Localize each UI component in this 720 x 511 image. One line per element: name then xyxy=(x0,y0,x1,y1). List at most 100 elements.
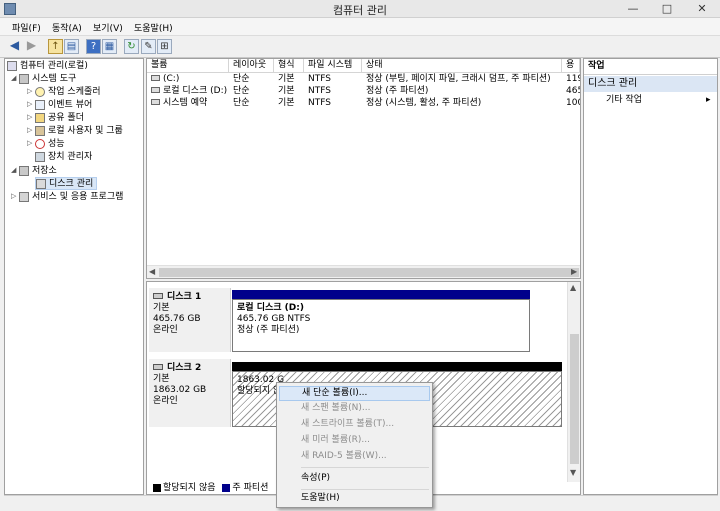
column-header-type[interactable]: 형식 xyxy=(274,59,304,73)
scroll-right-icon[interactable]: ▶ xyxy=(571,267,577,276)
volume-name: 로컬 디스크 (D:) xyxy=(163,86,228,96)
column-header-status[interactable]: 상태 xyxy=(362,59,562,73)
properties-icon[interactable]: ✎ xyxy=(141,39,156,54)
tree-shared-folders[interactable]: 공유 폴더 xyxy=(35,112,84,125)
actions-disk-management[interactable]: 디스크 관리 xyxy=(584,76,717,92)
computer-icon xyxy=(7,60,17,71)
menu-new-spanned-volume[interactable]: 새 스팬 볼륨(N)... xyxy=(279,401,430,416)
volume-layout: 단순 xyxy=(233,74,250,84)
menu-new-mirrored-volume[interactable]: 새 미러 볼륨(R)... xyxy=(279,433,430,448)
menu-separator xyxy=(301,489,429,490)
column-header-volume[interactable]: 볼륨 xyxy=(147,59,229,73)
performance-icon xyxy=(35,138,45,149)
scroll-down-icon[interactable]: ▼ xyxy=(570,468,576,477)
volume-capacity: 119 xyxy=(566,74,580,84)
storage-icon xyxy=(19,165,29,176)
column-header-layout[interactable]: 레이아웃 xyxy=(229,59,274,73)
legend-unallocated: 할당되지 않음 xyxy=(163,483,216,493)
tree-local-users[interactable]: 로컬 사용자 및 그룹 xyxy=(35,125,123,138)
primary-partition-strip xyxy=(232,290,530,299)
tree-disk-management[interactable]: 디스크 관리 xyxy=(35,177,98,190)
folder-up-icon[interactable]: ↑ xyxy=(48,39,63,54)
volume-type: 기본 xyxy=(278,74,295,84)
volume-d-box[interactable]: 로컬 디스크 (D:) 465.76 GB NTFS 정상 (주 파티션) xyxy=(232,299,530,352)
volume-filesystem: NTFS xyxy=(308,98,331,108)
column-header-filesystem[interactable]: 파일 시스템 xyxy=(304,59,362,73)
legend-swatch-primary xyxy=(222,483,231,492)
event-log-icon xyxy=(35,99,45,110)
volume-status: 정상 (시스템, 활성, 주 파티션) xyxy=(366,98,482,108)
tree-device-manager[interactable]: 장치 관리자 xyxy=(35,151,92,164)
export-icon[interactable]: ⊞ xyxy=(157,39,172,54)
disk-icon xyxy=(153,364,163,370)
close-button[interactable]: ✕ xyxy=(684,0,720,18)
drive-icon xyxy=(151,87,160,93)
menu-new-raid5-volume[interactable]: 새 RAID-5 볼륨(W)... xyxy=(279,449,430,464)
scroll-up-icon[interactable]: ▲ xyxy=(570,283,576,292)
tree-root[interactable]: 컴퓨터 관리(로컬) xyxy=(7,60,88,73)
console-tree-icon[interactable]: ▤ xyxy=(64,39,79,54)
collapse-arrow-icon[interactable]: ◢ xyxy=(11,166,19,174)
device-manager-icon xyxy=(35,151,45,162)
expand-arrow-icon[interactable]: ▷ xyxy=(27,87,35,95)
refresh-icon[interactable]: ↻ xyxy=(124,39,139,54)
scroll-left-icon[interactable]: ◀ xyxy=(149,267,155,276)
menu-help-item[interactable]: 도움말(H) xyxy=(279,491,430,506)
disk-1-label[interactable]: 디스크 1 기본 465.76 GB 온라인 xyxy=(149,288,231,352)
tools-icon xyxy=(19,73,29,84)
disk-2-state: 온라인 xyxy=(153,396,178,406)
volume-status: 정상 (부팅, 페이지 파일, 크래시 덤프, 주 파티션) xyxy=(366,74,551,84)
tree-performance[interactable]: 성능 xyxy=(35,138,65,151)
legend: 할당되지 않음 주 파티션 xyxy=(151,480,268,493)
minimize-button[interactable]: — xyxy=(616,0,650,18)
volume-name: (C:) xyxy=(163,74,180,84)
actions-more-link[interactable]: 기타 작업 ▸ xyxy=(584,93,717,109)
maximize-button[interactable]: □ xyxy=(650,0,684,18)
scrollbar-thumb[interactable] xyxy=(570,334,579,464)
clock-icon xyxy=(35,86,45,97)
expand-arrow-icon[interactable]: ▷ xyxy=(27,139,35,147)
shared-folder-icon xyxy=(35,112,45,123)
services-icon xyxy=(19,191,29,202)
tree-services[interactable]: 서비스 및 응용 프로그램 xyxy=(19,191,123,204)
back-arrow-icon[interactable]: ◀ xyxy=(7,39,22,54)
menu-new-simple-volume[interactable]: 새 단순 볼륨(I)... xyxy=(279,386,430,401)
scrollbar-thumb[interactable] xyxy=(159,268,579,277)
window-title: 컴퓨터 관리 xyxy=(332,4,388,17)
disk-2-label[interactable]: 디스크 2 기본 1863.02 GB 온라인 xyxy=(149,359,231,427)
volume-layout: 단순 xyxy=(233,86,250,96)
horizontal-scrollbar[interactable]: ◀ ▶ xyxy=(147,265,580,278)
menu-properties[interactable]: 속성(P) xyxy=(279,471,430,486)
collapse-arrow-icon[interactable]: ◢ xyxy=(11,74,19,82)
tree-task-scheduler[interactable]: 작업 스케줄러 xyxy=(35,86,101,99)
volume-capacity: 465 xyxy=(566,86,580,96)
menu-new-striped-volume[interactable]: 새 스트라이프 볼륨(T)... xyxy=(279,417,430,432)
column-header-capacity[interactable]: 용 xyxy=(562,59,580,73)
expand-arrow-icon[interactable]: ▷ xyxy=(11,192,19,200)
volume-filesystem: NTFS xyxy=(308,86,331,96)
expand-arrow-icon[interactable]: ▷ xyxy=(27,113,35,121)
volume-type: 기본 xyxy=(278,86,295,96)
view-icon[interactable]: ▦ xyxy=(102,39,117,54)
menu-help[interactable]: 도움말(H) xyxy=(134,21,173,34)
expand-arrow-icon[interactable]: ▷ xyxy=(27,126,35,134)
menu-file[interactable]: 파일(F) xyxy=(12,21,41,34)
forward-arrow-icon[interactable]: ▶ xyxy=(24,39,39,54)
legend-primary: 주 파티션 xyxy=(232,483,269,493)
actions-pane: 작업 디스크 관리 기타 작업 ▸ xyxy=(583,58,718,495)
disk-icon xyxy=(153,293,163,299)
tree-system-tools[interactable]: 시스템 도구 xyxy=(19,73,76,86)
volume-d-status: 정상 (주 파티션) xyxy=(237,325,300,335)
disk-1-type: 기본 xyxy=(153,303,170,313)
menu-bar: 파일(F) 동작(A) 보기(V) 도움말(H) xyxy=(0,18,720,36)
disk-management-icon xyxy=(36,178,46,189)
context-menu: 새 단순 볼륨(I)... 새 스팬 볼륨(N)... 새 스트라이프 볼륨(T… xyxy=(276,382,433,508)
help-icon[interactable]: ? xyxy=(86,39,101,54)
tree-event-viewer[interactable]: 이벤트 뷰어 xyxy=(35,99,92,112)
menu-action[interactable]: 동작(A) xyxy=(52,21,82,34)
menu-view[interactable]: 보기(V) xyxy=(93,21,123,34)
volume-name: 시스템 예약 xyxy=(163,98,208,108)
expand-arrow-icon[interactable]: ▷ xyxy=(27,100,35,108)
legend-swatch-unallocated xyxy=(153,483,161,492)
vertical-scrollbar[interactable]: ▲ ▼ xyxy=(567,282,580,482)
